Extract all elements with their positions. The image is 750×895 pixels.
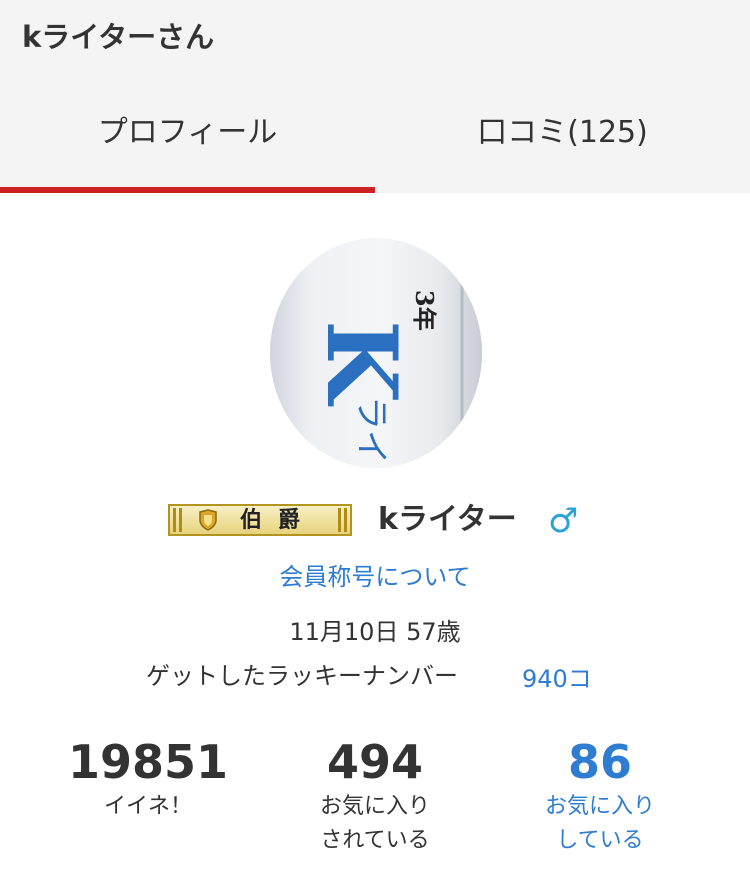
- avatar-text-big: K: [305, 320, 418, 407]
- user-name: kライター: [378, 502, 517, 537]
- avatar-text-bottom: ライ: [351, 396, 391, 464]
- tab-profile[interactable]: プロフィール: [0, 86, 375, 193]
- page-title: kライターさん: [22, 20, 215, 54]
- stat-favorited-value: 494: [326, 735, 424, 789]
- avatar-image: 3年 K ライ: [305, 238, 464, 468]
- rank-label: 伯爵: [240, 507, 317, 533]
- top-header: kライターさん: [0, 0, 750, 86]
- lucky-number-value[interactable]: 940コ: [522, 659, 592, 694]
- shield-icon: [199, 509, 217, 531]
- tab-bar: プロフィール 口コミ(125): [0, 86, 750, 193]
- stat-likes: 19851 イイネ！: [33, 734, 263, 824]
- stat-favorited[interactable]: 494 お気に入り されている: [260, 734, 490, 858]
- stat-likes-value: 19851: [67, 735, 229, 789]
- birthday-age: 11月10日 57歳: [289, 618, 461, 646]
- stat-favoriting-label: お気に入り している: [544, 794, 655, 853]
- stat-favoriting-value: 86: [567, 735, 632, 789]
- lucky-number-label: ゲットしたラッキーナンバー: [146, 662, 458, 690]
- lucky-number-row: ゲットしたラッキーナンバー 940コ: [0, 656, 750, 693]
- rank-badge[interactable]: 伯爵: [168, 504, 352, 536]
- tab-reviews[interactable]: 口コミ(125): [375, 86, 750, 193]
- member-title-link[interactable]: 会員称号について: [0, 557, 750, 592]
- stat-favoriting[interactable]: 86 お気に入り している: [485, 734, 715, 858]
- male-icon: ♂: [548, 501, 579, 541]
- name-row: 伯爵 kライター ♂: [0, 498, 750, 542]
- avatar[interactable]: 3年 K ライ: [270, 238, 482, 468]
- stat-likes-label: イイネ！: [103, 794, 192, 819]
- stat-favorited-label: お気に入り されている: [319, 794, 430, 853]
